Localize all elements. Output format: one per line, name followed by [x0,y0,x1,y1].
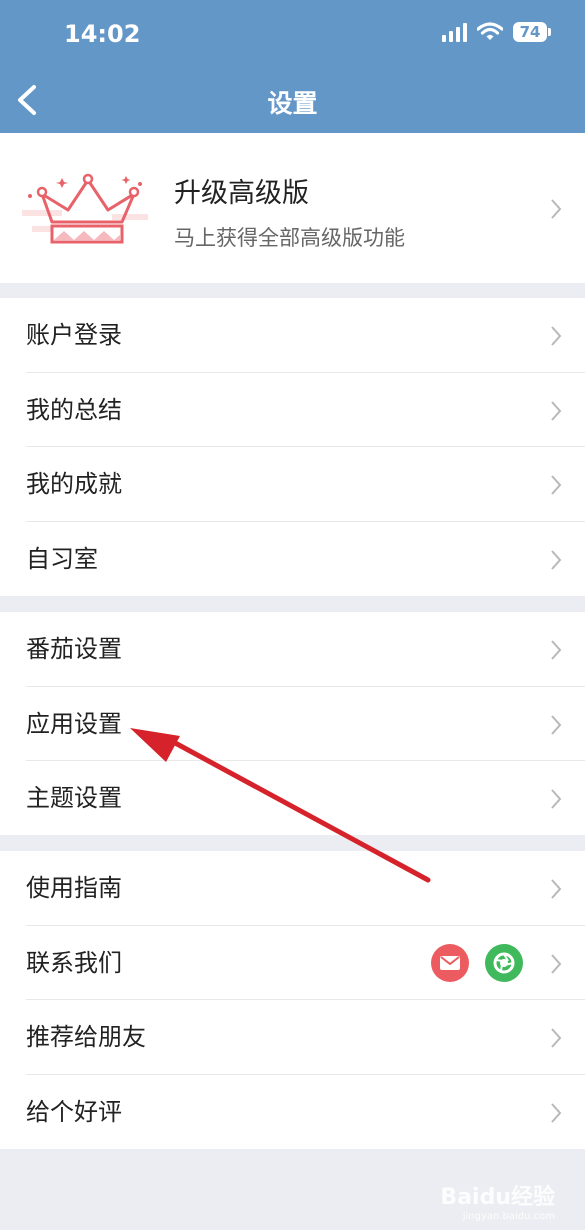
row-label: 账户登录 [26,321,122,349]
premium-title: 升级高级版 [174,178,309,209]
support-group: 使用指南 联系我们 推荐给朋友 给个好评 [0,851,585,1149]
row-my-achievements[interactable]: 我的成就 [0,447,585,521]
watermark-logo: Baidu经验 jingyan.baidu.com [440,1179,555,1222]
row-app-settings[interactable]: 应用设置 [0,687,585,761]
row-account-login[interactable]: 账户登录 [0,298,585,372]
chevron-right-icon [551,401,562,421]
chevron-right-icon [551,954,562,974]
chevron-right-icon [551,789,562,809]
row-contact-us[interactable]: 联系我们 [0,926,585,1000]
watermark-url: jingyan.baidu.com [462,1211,555,1222]
row-study-room[interactable]: 自习室 [0,522,585,596]
battery-indicator: 74 [513,22,551,42]
contact-icons [431,944,523,982]
row-label: 主题设置 [26,784,122,812]
nav-header: 14:02 74 设置 [0,0,585,133]
account-group: 账户登录 我的总结 我的成就 自习室 [0,298,585,596]
chevron-right-icon [551,1103,562,1123]
camera-aperture-icon[interactable] [485,944,523,982]
wifi-icon [477,22,503,40]
status-icons: 74 [442,22,551,42]
chevron-right-icon [551,715,562,735]
row-label: 我的成就 [26,470,122,498]
chevron-right-icon [551,640,562,660]
chevron-right-icon [551,1028,562,1048]
row-label: 推荐给朋友 [26,1023,146,1051]
settings-group: 番茄设置 应用设置 主题设置 [0,612,585,835]
premium-subtitle: 马上获得全部高级版功能 [174,226,405,250]
row-label: 应用设置 [26,710,122,738]
row-rate-app[interactable]: 给个好评 [0,1075,585,1149]
row-my-summary[interactable]: 我的总结 [0,373,585,447]
chevron-right-icon [551,879,562,899]
row-pomodoro-settings[interactable]: 番茄设置 [0,612,585,686]
mail-icon[interactable] [431,944,469,982]
row-user-guide[interactable]: 使用指南 [0,851,585,925]
row-label: 我的总结 [26,396,122,424]
row-theme-settings[interactable]: 主题设置 [0,761,585,835]
row-label: 给个好评 [26,1098,122,1126]
chevron-right-icon [551,550,562,570]
signal-icon [442,22,467,42]
row-label: 自习室 [26,545,98,573]
row-label: 联系我们 [26,949,122,977]
page-title: 设置 [267,89,318,118]
crown-icon [22,173,148,244]
chevron-right-icon [551,326,562,346]
chevron-right-icon [551,199,562,219]
row-recommend-friends[interactable]: 推荐给朋友 [0,1000,585,1074]
chevron-right-icon [551,475,562,495]
row-label: 番茄设置 [26,635,122,663]
watermark-brand: Baidu经验 [440,1185,555,1210]
status-time: 14:02 [64,20,141,48]
row-label: 使用指南 [26,874,122,902]
